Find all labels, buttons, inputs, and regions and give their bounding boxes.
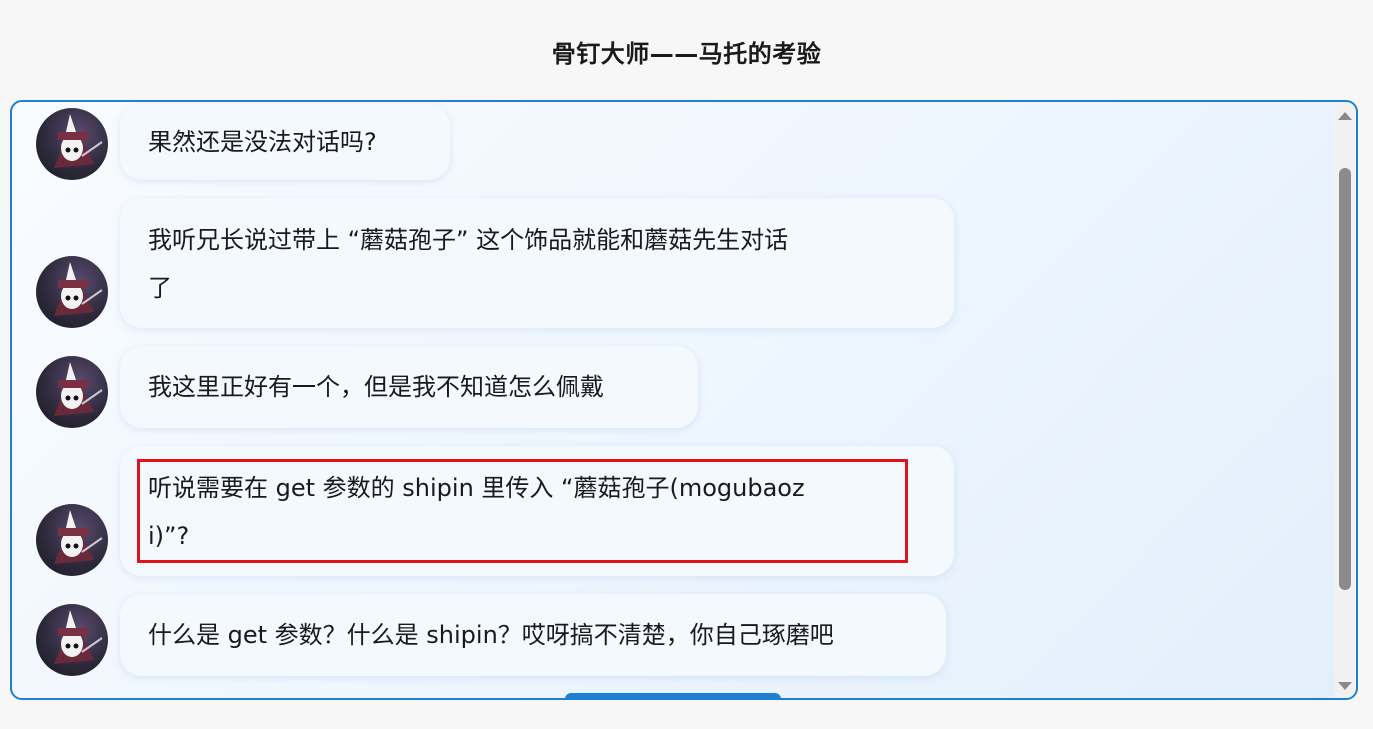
- knight-avatar-icon: [36, 108, 108, 180]
- message-text: 果然还是没法对话吗?: [148, 128, 377, 156]
- knight-avatar-icon: [36, 604, 108, 676]
- scroll-up-arrow-icon[interactable]: [1338, 112, 1352, 120]
- message-bubble: 什么是 get 参数？什么是 shipin？哎呀搞不清楚，你自己琢磨吧: [120, 594, 946, 676]
- message-bubble: 果然还是没法对话吗?: [120, 104, 450, 180]
- message-text: 了: [148, 274, 172, 302]
- page-title: 骨钉大师——马托的考验: [551, 40, 822, 68]
- vertical-scrollbar[interactable]: [1334, 102, 1356, 698]
- message-text: 什么是 get 参数？什么是 shipin？哎呀搞不清楚，你自己琢磨吧: [148, 621, 834, 649]
- knight-avatar-icon: [36, 504, 108, 576]
- chat-box: 果然还是没法对话吗? 我听兄长说过带上 “蘑菇孢子” 这个饰品就能和蘑菇先生对话…: [10, 100, 1358, 700]
- message-text: i)”?: [148, 522, 190, 550]
- scroll-down-arrow-icon[interactable]: [1338, 682, 1352, 690]
- knight-avatar-icon: [36, 356, 108, 428]
- input-toggle-tab[interactable]: [565, 693, 781, 698]
- message-bubble: 听说需要在 get 参数的 shipin 里传入 “蘑菇孢子(mogubaoz …: [120, 446, 954, 576]
- message-bubble: 我这里正好有一个，但是我不知道怎么佩戴: [120, 346, 698, 428]
- message-list: 果然还是没法对话吗? 我听兄长说过带上 “蘑菇孢子” 这个饰品就能和蘑菇先生对话…: [12, 102, 1334, 698]
- scrollbar-thumb[interactable]: [1339, 168, 1351, 590]
- knight-avatar-icon: [36, 256, 108, 328]
- message-text: 听说需要在 get 参数的 shipin 里传入 “蘑菇孢子(mogubaoz: [148, 474, 805, 502]
- message-text: 我这里正好有一个，但是我不知道怎么佩戴: [148, 373, 604, 401]
- message-bubble: 我听兄长说过带上 “蘑菇孢子” 这个饰品就能和蘑菇先生对话 了: [120, 198, 954, 328]
- message-text: 我听兄长说过带上 “蘑菇孢子” 这个饰品就能和蘑菇先生对话: [148, 226, 789, 254]
